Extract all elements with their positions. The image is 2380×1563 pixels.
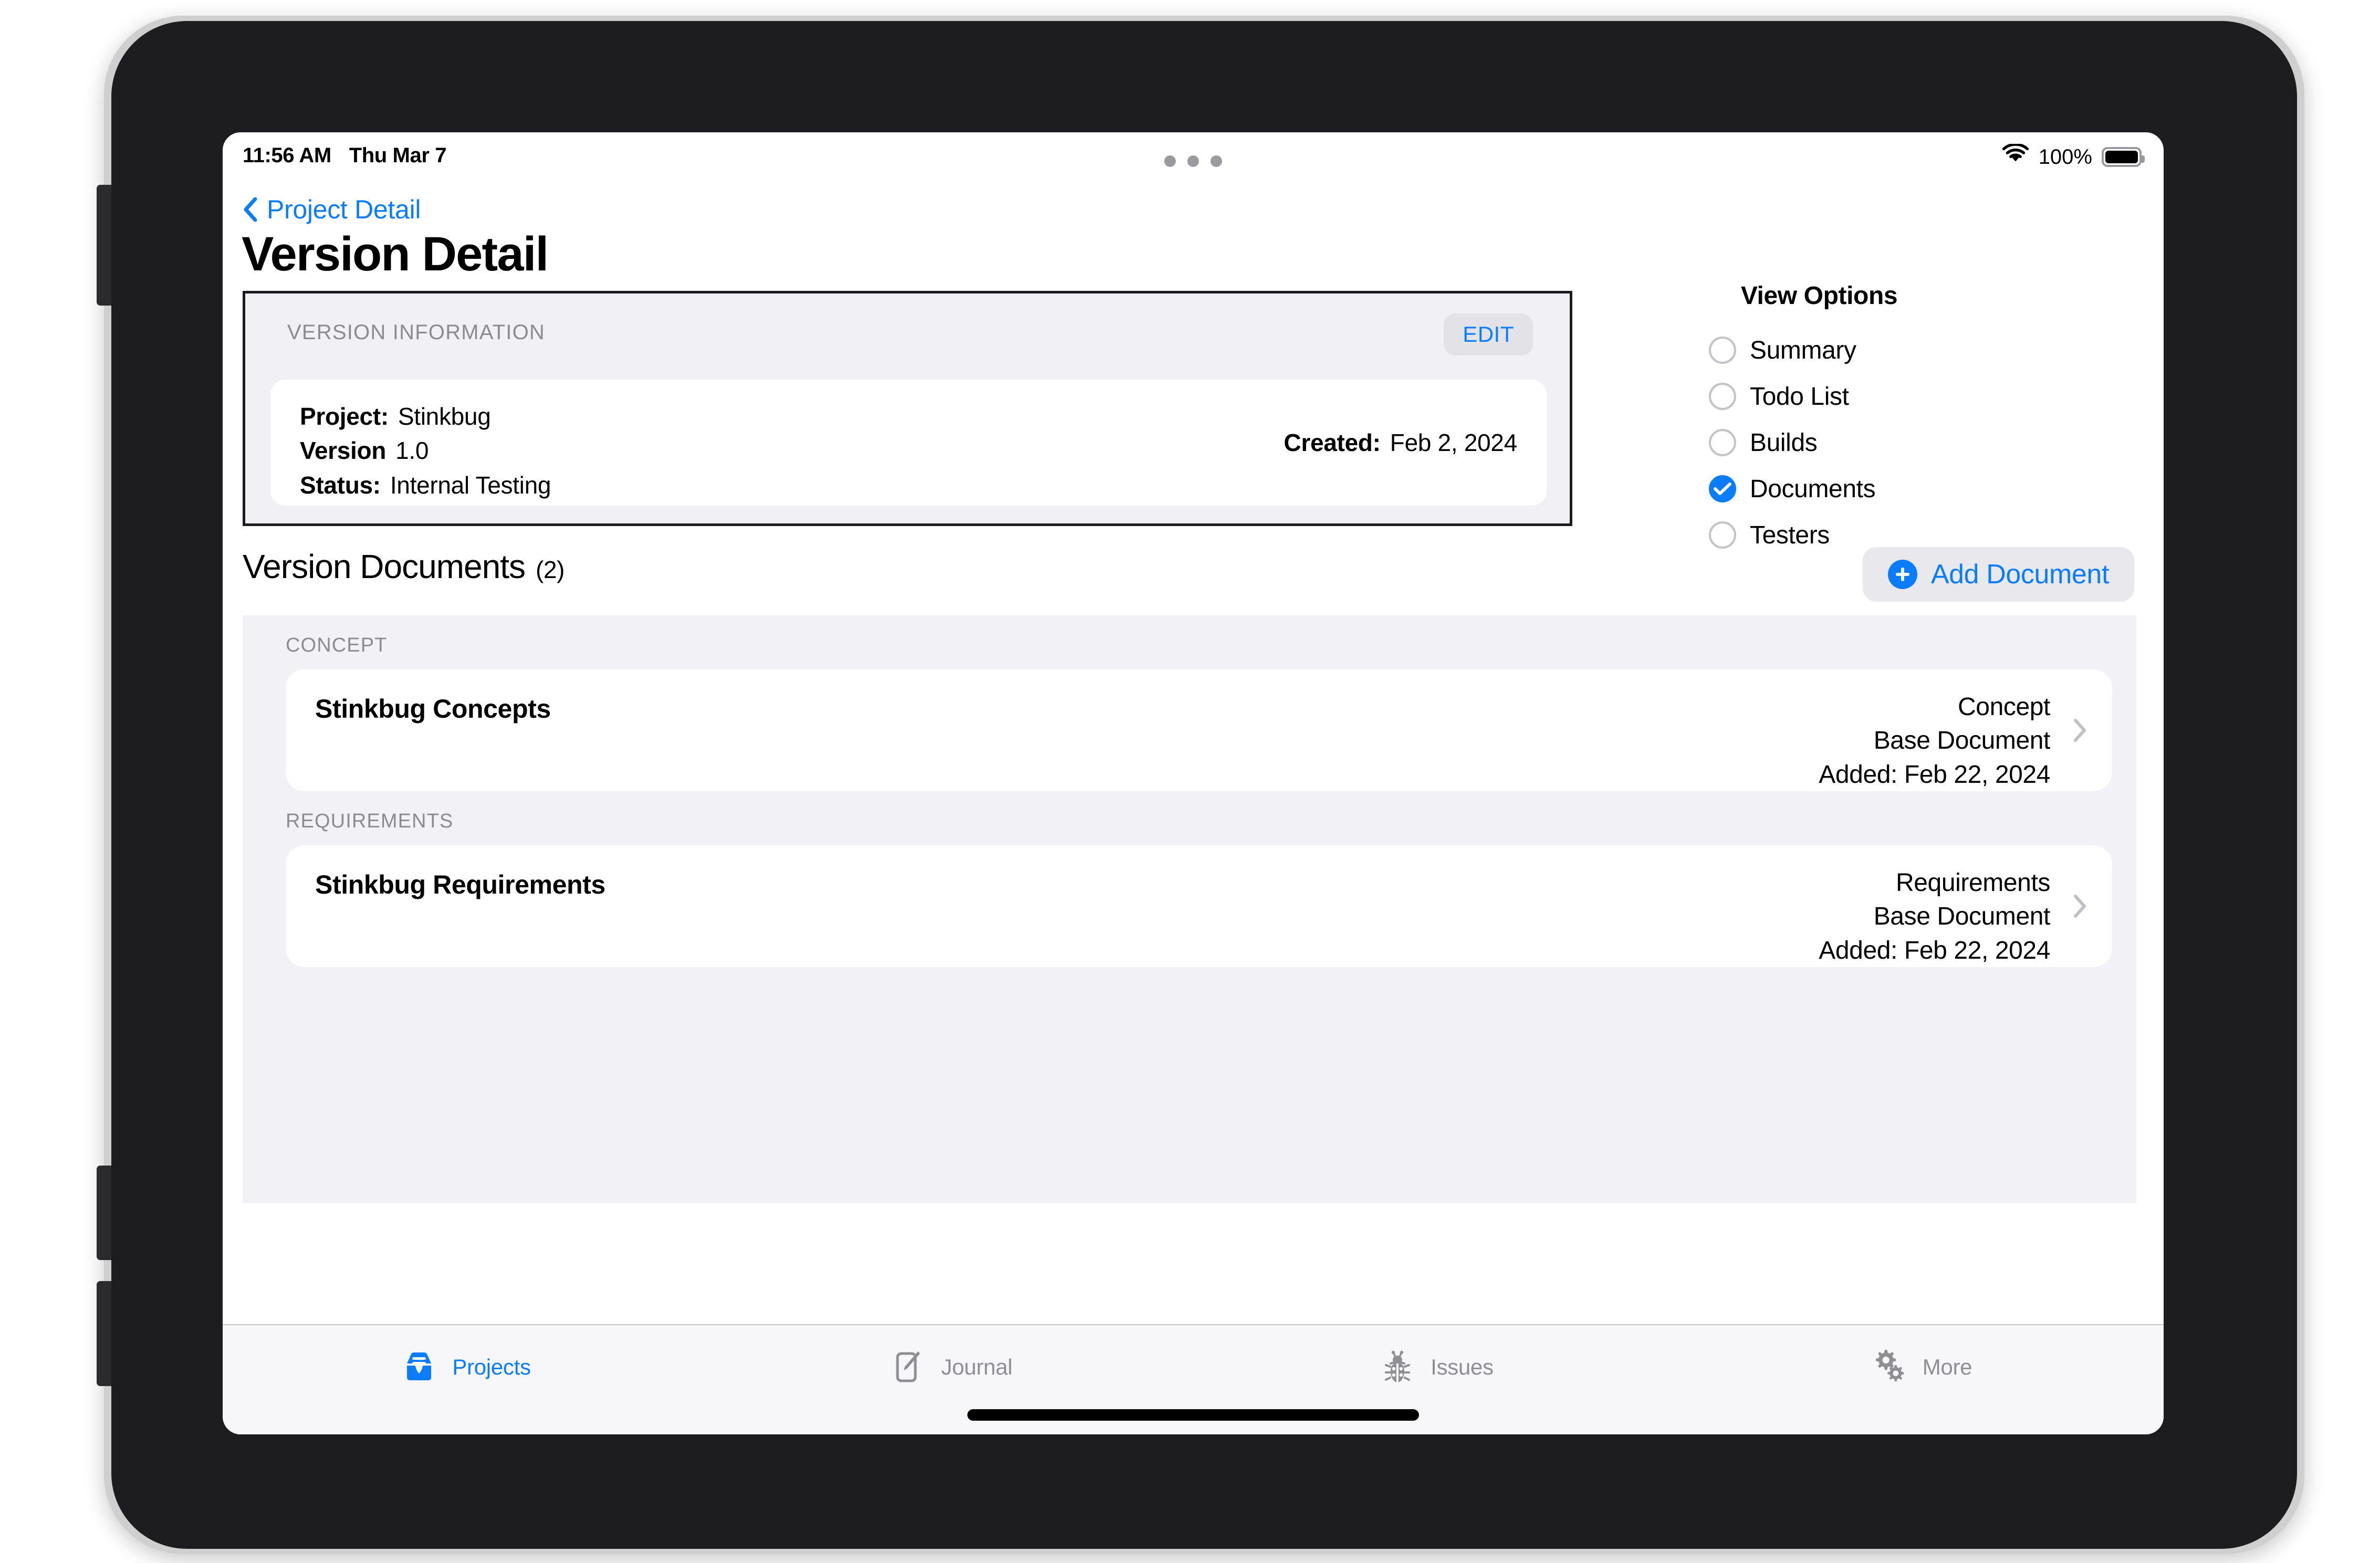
battery-icon: [2102, 147, 2145, 167]
version-information-label: VERSION INFORMATION: [287, 321, 545, 344]
document-type: Concept: [1958, 693, 2050, 721]
note-pencil-icon: [889, 1348, 927, 1387]
view-option-label: Documents: [1750, 475, 1876, 503]
version-documents-list: CONCEPT Stinkbug Concepts Concept Base D…: [243, 615, 2136, 1203]
home-indicator[interactable]: [967, 1409, 1419, 1421]
status-bar-left: 11:56 AM Thu Mar 7: [243, 144, 446, 167]
wifi-icon: [2002, 143, 2029, 170]
document-row-requirements[interactable]: Stinkbug Requirements Requirements Base …: [286, 845, 2112, 967]
status-key: Status:: [300, 471, 381, 499]
tab-label: More: [1922, 1355, 1972, 1379]
chevron-right-icon: [2073, 718, 2087, 742]
document-base: Base Document: [1873, 903, 2051, 931]
document-base: Base Document: [1873, 727, 2051, 755]
tab-bar: Projects Journal Issues More: [223, 1324, 2164, 1434]
multitasking-dots-icon[interactable]: [1164, 155, 1222, 167]
status-date: Thu Mar 7: [349, 144, 447, 167]
version-key: Version: [300, 437, 387, 465]
tab-more[interactable]: More: [1678, 1325, 2164, 1434]
view-option-label: Testers: [1750, 521, 1830, 549]
version-value: 1.0: [395, 437, 429, 465]
created-value: Feb 2, 2024: [1390, 429, 1518, 456]
status-time: 11:56 AM: [243, 144, 331, 167]
plus-icon: [1887, 560, 1917, 589]
doc-section-label-requirements: REQUIREMENTS: [286, 810, 454, 832]
status-value: Internal Testing: [390, 471, 551, 499]
status-bar-right: 100%: [2002, 143, 2145, 170]
add-document-button[interactable]: Add Document: [1862, 547, 2134, 602]
add-document-label: Add Document: [1930, 559, 2110, 590]
radio-checked-icon: [1709, 475, 1736, 502]
project-value: Stinkbug: [398, 403, 491, 430]
back-button-label: Project Detail: [267, 195, 421, 224]
ipad-screen: 11:56 AM Thu Mar 7 100% Project Detail V…: [223, 132, 2164, 1434]
chevron-right-icon: [2073, 894, 2087, 918]
version-documents-title: Version Documents: [243, 548, 526, 585]
version-documents-count: (2): [535, 556, 565, 583]
document-type: Requirements: [1895, 869, 2050, 897]
edit-button[interactable]: EDIT: [1444, 313, 1533, 355]
view-option-label: Builds: [1750, 428, 1818, 457]
tab-label: Journal: [941, 1355, 1012, 1379]
view-option-label: Summary: [1750, 336, 1856, 364]
view-options-panel: View Options Summary Todo List Builds Do…: [1709, 281, 1929, 558]
radio-icon: [1709, 429, 1736, 456]
tray-icon: [400, 1348, 439, 1387]
tab-label: Issues: [1431, 1355, 1494, 1379]
tab-label: Projects: [452, 1355, 531, 1379]
created-key: Created:: [1283, 429, 1381, 456]
document-row-concept[interactable]: Stinkbug Concepts Concept Base Document …: [286, 669, 2112, 791]
document-meta: Concept Base Document Added: Feb 22, 202…: [1819, 690, 2050, 792]
version-information-card: VERSION INFORMATION EDIT Project: Stinkb…: [243, 291, 1572, 526]
bug-icon: [1378, 1348, 1417, 1387]
version-information-header: VERSION INFORMATION EDIT: [245, 293, 1570, 380]
gears-icon: [1870, 1348, 1909, 1387]
chevron-left-icon: [243, 197, 258, 222]
document-name: Stinkbug Concepts: [315, 694, 551, 723]
view-option-todo-list[interactable]: Todo List: [1709, 373, 1929, 419]
document-name: Stinkbug Requirements: [315, 870, 606, 899]
tab-projects[interactable]: Projects: [223, 1325, 708, 1434]
info-row-status: Status: Internal Testing: [300, 468, 1517, 502]
document-meta: Requirements Base Document Added: Feb 22…: [1819, 866, 2050, 968]
view-option-builds[interactable]: Builds: [1709, 419, 1929, 466]
info-row-created: Created: Feb 2, 2024: [1283, 428, 1518, 457]
radio-icon: [1709, 337, 1736, 364]
radio-icon: [1709, 383, 1736, 410]
status-bar: 11:56 AM Thu Mar 7 100%: [223, 132, 2164, 190]
battery-percent-label: 100%: [2038, 145, 2092, 169]
version-information-body: Project: Stinkbug Version 1.0 Status: In…: [270, 380, 1547, 506]
back-button[interactable]: Project Detail: [243, 194, 421, 225]
view-option-label: Todo List: [1750, 382, 1849, 411]
document-added: Added: Feb 22, 2024: [1819, 760, 2050, 789]
page-title: Version Detail: [242, 227, 549, 281]
view-option-documents[interactable]: Documents: [1709, 466, 1929, 512]
view-option-summary[interactable]: Summary: [1709, 327, 1929, 373]
document-added: Added: Feb 22, 2024: [1819, 936, 2050, 964]
version-documents-header: Version Documents (2): [243, 547, 565, 586]
doc-section-label-concept: CONCEPT: [286, 634, 388, 656]
project-key: Project:: [300, 403, 389, 430]
radio-icon: [1709, 521, 1736, 549]
view-options-title: View Options: [1740, 282, 1898, 310]
